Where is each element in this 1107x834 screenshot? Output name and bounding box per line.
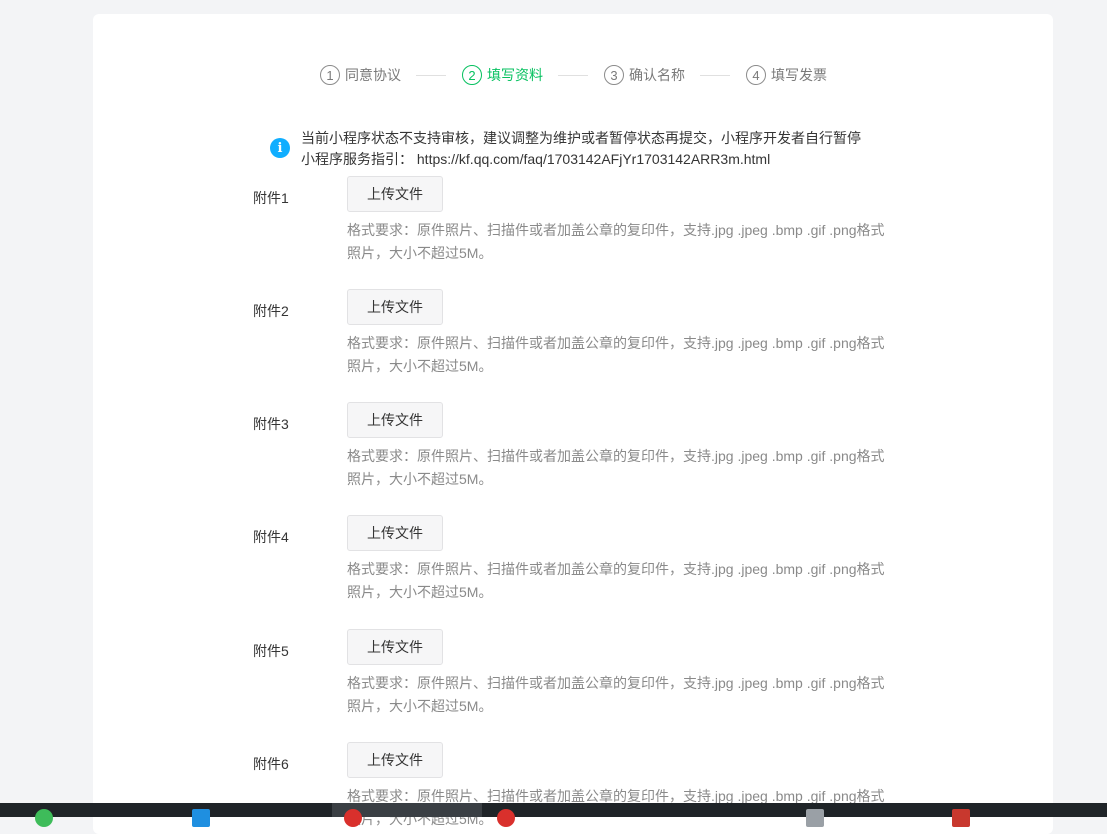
upload-file-button[interactable]: 上传文件 bbox=[347, 742, 443, 778]
step-label: 确认名称 bbox=[629, 67, 685, 83]
step-invoice: 4 填写发票 bbox=[746, 63, 827, 87]
upload-file-button[interactable]: 上传文件 bbox=[347, 629, 443, 665]
upload-file-button[interactable]: 上传文件 bbox=[347, 515, 443, 551]
status-notice: i 当前小程序状态不支持审核，建议调整为维护或者暂停状态再提交，小程序开发者自行… bbox=[270, 128, 870, 170]
step-label: 同意协议 bbox=[345, 67, 401, 83]
format-hint: 格式要求：原件照片、扫描件或者加盖公章的复印件，支持.jpg .jpeg .bm… bbox=[347, 448, 885, 487]
app-icon[interactable] bbox=[344, 809, 362, 827]
format-hint: 格式要求：原件照片、扫描件或者加盖公章的复印件，支持.jpg .jpeg .bm… bbox=[347, 561, 885, 600]
notice-text: 当前小程序状态不支持审核，建议调整为维护或者暂停状态再提交，小程序开发者自行暂停… bbox=[301, 130, 861, 167]
format-hint: 格式要求：原件照片、扫描件或者加盖公章的复印件，支持.jpg .jpeg .bm… bbox=[347, 222, 885, 261]
app-icon[interactable] bbox=[192, 809, 210, 827]
step-label: 填写发票 bbox=[771, 67, 827, 83]
attachment-label: 附件1 bbox=[253, 190, 289, 206]
os-taskbar bbox=[0, 803, 1107, 827]
step-divider bbox=[700, 75, 730, 76]
info-icon: i bbox=[270, 138, 290, 158]
step-number: 1 bbox=[320, 65, 340, 85]
step-number: 2 bbox=[462, 65, 482, 85]
step-divider bbox=[558, 75, 588, 76]
step-fill-info: 2 填写资料 bbox=[462, 63, 543, 87]
app-icon[interactable] bbox=[952, 809, 970, 827]
format-hint: 格式要求：原件照片、扫描件或者加盖公章的复印件，支持.jpg .jpeg .bm… bbox=[347, 335, 885, 374]
main-card: 1 同意协议 2 填写资料 3 确认名称 4 填写发票 i 当前小程序状态不支持… bbox=[93, 14, 1053, 834]
format-hint: 格式要求：原件照片、扫描件或者加盖公章的复印件，支持.jpg .jpeg .bm… bbox=[347, 675, 885, 714]
app-icon[interactable] bbox=[497, 809, 515, 827]
step-indicator: 1 同意协议 2 填写资料 3 确认名称 4 填写发票 bbox=[93, 63, 1053, 89]
upload-file-button[interactable]: 上传文件 bbox=[347, 176, 443, 212]
attachment-label: 附件6 bbox=[253, 756, 289, 772]
step-number: 3 bbox=[604, 65, 624, 85]
step-agree: 1 同意协议 bbox=[320, 63, 401, 87]
wechat-icon[interactable] bbox=[35, 809, 53, 827]
attachment-label: 附件2 bbox=[253, 303, 289, 319]
attachment-label: 附件4 bbox=[253, 529, 289, 545]
attachment-label: 附件5 bbox=[253, 643, 289, 659]
step-number: 4 bbox=[746, 65, 766, 85]
step-divider bbox=[416, 75, 446, 76]
upload-file-button[interactable]: 上传文件 bbox=[347, 402, 443, 438]
app-icon[interactable] bbox=[806, 809, 824, 827]
attachment-label: 附件3 bbox=[253, 416, 289, 432]
step-confirm-name: 3 确认名称 bbox=[604, 63, 685, 87]
upload-file-button[interactable]: 上传文件 bbox=[347, 289, 443, 325]
step-label: 填写资料 bbox=[487, 67, 543, 83]
